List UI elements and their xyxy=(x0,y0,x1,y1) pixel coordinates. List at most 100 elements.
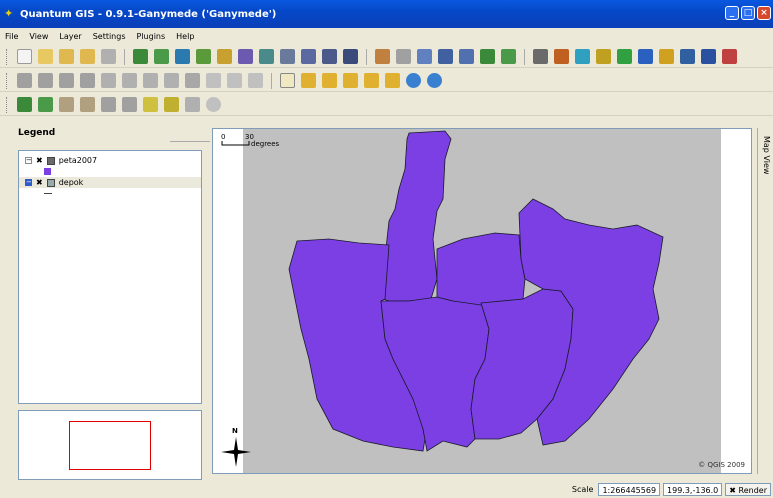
scale-input[interactable]: 1:266445569 xyxy=(598,482,661,496)
pan-icon[interactable] xyxy=(280,73,295,88)
wfs-icon[interactable] xyxy=(375,49,390,64)
render-toggle[interactable]: ✖ Render xyxy=(725,482,771,496)
toolbar-grip[interactable] xyxy=(6,48,9,65)
zoom-selection-icon[interactable] xyxy=(364,73,379,88)
legend-layer-peta2007[interactable]: − ✖ peta2007 xyxy=(19,155,201,166)
save-project-icon[interactable] xyxy=(59,49,74,64)
menu-help[interactable]: Help xyxy=(175,32,195,41)
overview-map[interactable] xyxy=(18,410,202,480)
visibility-checkbox[interactable]: ✖ xyxy=(36,178,43,187)
grass-icon[interactable] xyxy=(280,49,295,64)
delete-feature-icon[interactable] xyxy=(122,73,137,88)
menu-bar: File View Layer Settings Plugins Help xyxy=(0,28,773,44)
menu-layer[interactable]: Layer xyxy=(58,32,82,41)
show-bookmarks-icon[interactable] xyxy=(143,97,158,112)
fill-swatch xyxy=(44,168,51,175)
scalebar-icon[interactable] xyxy=(680,49,695,64)
new-project-icon[interactable] xyxy=(17,49,32,64)
open-project-icon[interactable] xyxy=(38,49,53,64)
print-icon[interactable] xyxy=(101,49,116,64)
menu-file[interactable]: File xyxy=(4,32,19,41)
visibility-checkbox[interactable]: ✖ xyxy=(36,156,43,165)
add-postgis-icon[interactable] xyxy=(175,49,190,64)
toolbar-file xyxy=(0,46,773,68)
zoom-out-icon[interactable] xyxy=(322,73,337,88)
tree2-icon[interactable] xyxy=(501,49,516,64)
layer-name: peta2007 xyxy=(58,156,98,165)
toggle-editing-icon[interactable] xyxy=(217,49,232,64)
map-canvas[interactable]: 0 30 degrees N © QGIS 2009 xyxy=(212,128,752,474)
legend-layer-depok[interactable]: − ✖ depok xyxy=(19,177,201,188)
shape-icon[interactable] xyxy=(396,49,411,64)
python-icon[interactable] xyxy=(722,49,737,64)
legend-tab[interactable]: Legend xyxy=(10,122,180,142)
add-vector-icon[interactable] xyxy=(133,49,148,64)
georef-icon[interactable] xyxy=(554,49,569,64)
database-icon[interactable] xyxy=(343,49,358,64)
zoom-in-icon[interactable] xyxy=(301,73,316,88)
gps-icon[interactable] xyxy=(533,49,548,64)
minimize-button[interactable]: _ xyxy=(725,6,739,20)
menu-plugins[interactable]: Plugins xyxy=(136,32,167,41)
add-wms-icon[interactable] xyxy=(196,49,211,64)
capture-line-icon[interactable] xyxy=(38,73,53,88)
expand-toggle[interactable]: − xyxy=(25,179,32,186)
table-icon[interactable] xyxy=(438,49,453,64)
menu-settings[interactable]: Settings xyxy=(92,32,127,41)
new-bookmark-icon[interactable] xyxy=(122,97,137,112)
measure-line-icon[interactable] xyxy=(59,97,74,112)
zoom-full-icon[interactable] xyxy=(343,73,358,88)
add-ring-icon[interactable] xyxy=(143,73,158,88)
grid-maker-icon[interactable] xyxy=(617,49,632,64)
move-feature-icon[interactable] xyxy=(80,73,95,88)
globe-icon[interactable] xyxy=(575,49,590,64)
capture-polygon-icon[interactable] xyxy=(59,73,74,88)
north-arrow: N xyxy=(221,427,251,467)
split-feature-icon[interactable] xyxy=(101,73,116,88)
tab-divider xyxy=(170,122,210,142)
annotation-icon[interactable] xyxy=(164,97,179,112)
add-island-icon[interactable] xyxy=(164,73,179,88)
measure-area-icon[interactable] xyxy=(80,97,95,112)
title-bar: ✦ Quantum GIS - 0.9.1-Ganymede ('Ganymed… xyxy=(0,0,773,28)
expand-toggle[interactable]: − xyxy=(25,157,32,164)
capture-point-icon[interactable] xyxy=(17,73,32,88)
add-raster-icon[interactable] xyxy=(154,49,169,64)
map-canvas-svg[interactable] xyxy=(213,129,753,475)
maximize-button[interactable]: □ xyxy=(741,6,755,20)
refresh-icon[interactable] xyxy=(427,73,442,88)
save-as-icon[interactable] xyxy=(80,49,95,64)
layout-icon[interactable] xyxy=(417,49,432,64)
render-label: Render xyxy=(738,485,767,495)
overview-extent[interactable] xyxy=(69,421,151,470)
copy-icon[interactable] xyxy=(227,73,242,88)
label-icon[interactable] xyxy=(185,97,200,112)
grid-icon[interactable] xyxy=(259,49,274,64)
zoom-last-icon[interactable] xyxy=(406,73,421,88)
select-icon[interactable] xyxy=(38,97,53,112)
toolbar-grip[interactable] xyxy=(6,96,9,113)
region-icon[interactable] xyxy=(301,49,316,64)
cut-icon[interactable] xyxy=(206,73,221,88)
zoom-layer-icon[interactable] xyxy=(385,73,400,88)
pin-icon[interactable] xyxy=(596,49,611,64)
plugin-icon[interactable] xyxy=(238,49,253,64)
identify-icon[interactable] xyxy=(17,97,32,112)
legend-symbol xyxy=(19,166,201,177)
close-button[interactable]: × xyxy=(757,6,771,20)
map-tips-icon[interactable] xyxy=(101,97,116,112)
scale-unit: degrees xyxy=(251,140,280,148)
copyright-icon[interactable] xyxy=(659,49,674,64)
move-vertex-icon[interactable] xyxy=(185,73,200,88)
north-arrow-icon[interactable] xyxy=(638,49,653,64)
paste-icon[interactable] xyxy=(248,73,263,88)
mapset-icon[interactable] xyxy=(322,49,337,64)
toolbar-grip[interactable] xyxy=(6,72,9,89)
quick-print-icon[interactable] xyxy=(701,49,716,64)
layer-name: depok xyxy=(58,178,84,187)
tree-icon[interactable] xyxy=(480,49,495,64)
help-icon[interactable] xyxy=(206,97,221,112)
map-view-tab[interactable]: Map View xyxy=(757,128,773,474)
chart-icon[interactable] xyxy=(459,49,474,64)
menu-view[interactable]: View xyxy=(28,32,49,41)
